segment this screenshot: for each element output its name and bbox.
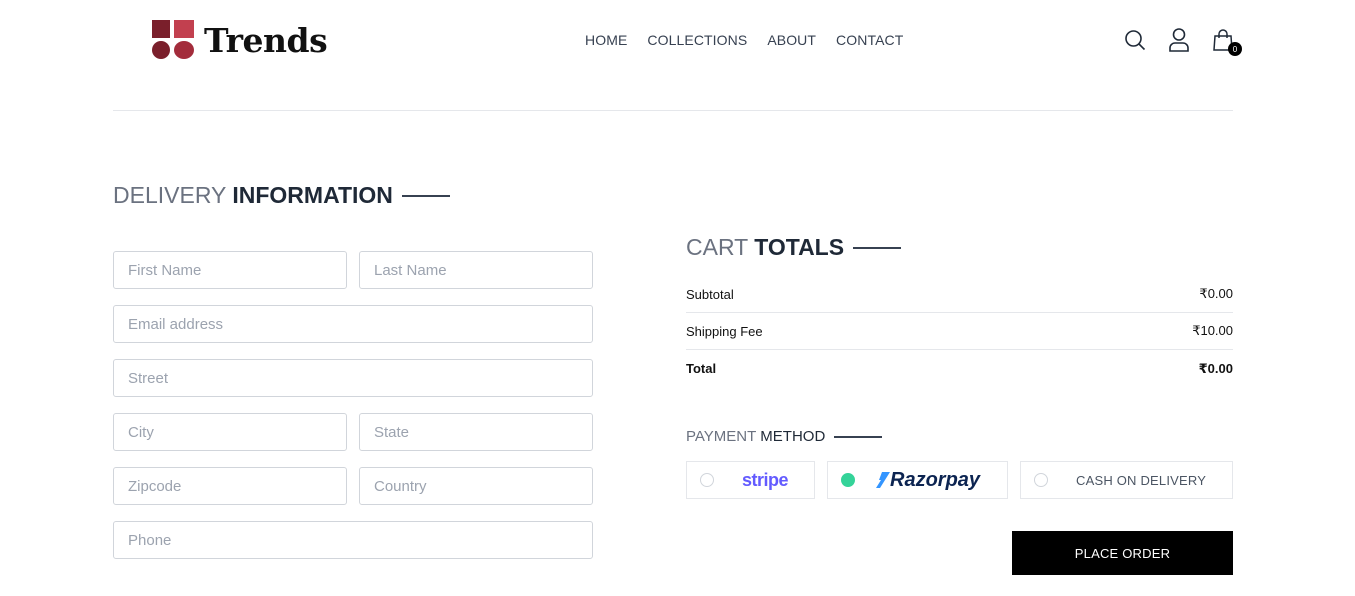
place-order-button[interactable]: PLACE ORDER [1012, 531, 1233, 575]
search-icon [1125, 30, 1146, 51]
zipcode-input[interactable] [113, 467, 347, 505]
nav-about[interactable]: ABOUT [767, 32, 816, 48]
payment-title-light: PAYMENT [686, 428, 757, 445]
cart-totals-table: Subtotal ₹0.00 Shipping Fee ₹10.00 Total… [686, 276, 1233, 387]
site-header: Trends HOME COLLECTIONS ABOUT CONTACT 0 [0, 0, 1355, 111]
cart-title-light: CART [686, 234, 749, 260]
profile-button[interactable] [1166, 26, 1192, 54]
phone-input[interactable] [113, 521, 593, 559]
stripe-logo: stripe [742, 469, 789, 490]
payment-option-cod[interactable]: CASH ON DELIVERY [1020, 461, 1233, 499]
last-name-input[interactable] [359, 251, 593, 289]
razorpay-radio[interactable] [841, 473, 855, 487]
payment-option-stripe[interactable]: stripe [686, 461, 815, 499]
search-button[interactable] [1122, 26, 1148, 54]
nav-home[interactable]: HOME [585, 32, 627, 48]
delivery-title-bold: INFORMATION [232, 182, 393, 208]
title-rule [834, 435, 883, 438]
payment-option-razorpay[interactable]: Razorpay [827, 461, 1008, 499]
country-input[interactable] [359, 467, 593, 505]
subtotal-value: ₹0.00 [1199, 286, 1233, 301]
brand-name: Trends [204, 20, 328, 60]
cod-label: CASH ON DELIVERY [1076, 472, 1207, 488]
shipping-value: ₹10.00 [1192, 323, 1233, 338]
nav-collections[interactable]: COLLECTIONS [647, 32, 747, 48]
header-divider [113, 110, 1233, 111]
state-input[interactable] [359, 413, 593, 451]
subtotal-label: Subtotal [686, 286, 734, 302]
main-nav: HOME COLLECTIONS ABOUT CONTACT [585, 32, 903, 48]
total-row: Total ₹0.00 [686, 350, 1233, 387]
cod-radio[interactable] [1034, 473, 1048, 487]
email-input[interactable] [113, 305, 593, 343]
cart-count-badge: 0 [1228, 42, 1242, 56]
delivery-title-light: DELIVERY [113, 182, 227, 208]
header-actions: 0 [1122, 26, 1242, 56]
brand-logo[interactable]: Trends [152, 20, 328, 60]
title-rule [401, 194, 450, 197]
city-input[interactable] [113, 413, 347, 451]
nav-contact[interactable]: CONTACT [836, 32, 903, 48]
razorpay-mark-icon [876, 472, 890, 488]
stripe-radio[interactable] [700, 473, 714, 487]
delivery-title: DELIVERY INFORMATION [113, 182, 450, 209]
cart-title-bold: TOTALS [754, 234, 845, 260]
shipping-row: Shipping Fee ₹10.00 [686, 313, 1233, 350]
total-value: ₹0.00 [1198, 360, 1233, 376]
payment-title-bold: METHOD [760, 428, 826, 445]
cart-totals-title: CART TOTALS [686, 234, 902, 261]
total-label: Total [686, 361, 717, 376]
first-name-input[interactable] [113, 251, 347, 289]
subtotal-row: Subtotal ₹0.00 [686, 276, 1233, 313]
razorpay-label: Razorpay [890, 468, 981, 491]
shipping-label: Shipping Fee [686, 323, 763, 339]
street-input[interactable] [113, 359, 593, 397]
cart-button[interactable]: 0 [1210, 26, 1242, 56]
logo-mark-icon [152, 20, 194, 60]
user-icon [1169, 28, 1189, 52]
title-rule [853, 246, 902, 249]
razorpay-logo: Razorpay [876, 469, 980, 492]
payment-method-title: PAYMENT METHOD [686, 428, 883, 445]
